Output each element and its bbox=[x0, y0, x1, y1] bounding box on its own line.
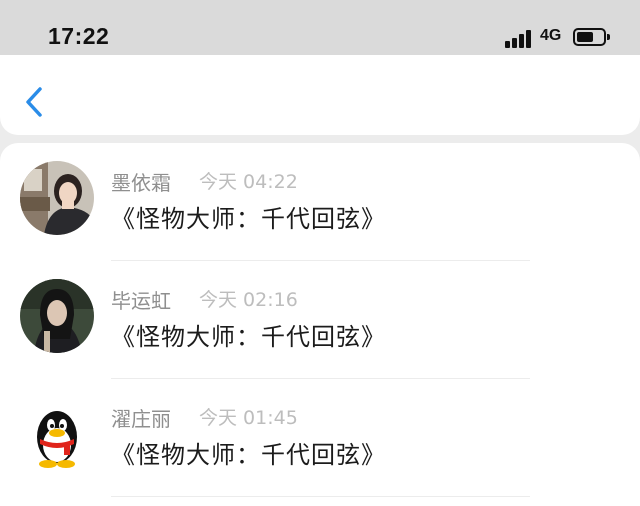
message-time: 今天 01:45 bbox=[199, 407, 298, 429]
message-time: 今天 02:16 bbox=[199, 289, 298, 311]
qq-penguin-avatar bbox=[20, 397, 94, 471]
message-text: 《怪物大师：千代回弦》 bbox=[111, 441, 386, 469]
status-time: 17:22 bbox=[48, 23, 110, 49]
message-text: 《怪物大师：千代回弦》 bbox=[111, 205, 386, 233]
list-item[interactable]: 毕运虹 今天 02:16 《怪物大师：千代回弦》 bbox=[0, 261, 640, 379]
sender-name: 濯庄丽 bbox=[111, 407, 171, 431]
list-item[interactable]: 墨依霜 今天 04:22 《怪物大师：千代回弦》 bbox=[0, 143, 640, 261]
message-text: 《怪物大师：千代回弦》 bbox=[111, 323, 386, 351]
sender-name: 毕运虹 bbox=[111, 289, 171, 313]
message-time: 今天 04:22 bbox=[199, 171, 298, 193]
photo-costume-avatar bbox=[20, 279, 94, 353]
sender-name: 墨依霜 bbox=[111, 171, 171, 195]
back-button[interactable] bbox=[22, 83, 48, 121]
signal-icon bbox=[505, 28, 535, 48]
photo-girl-avatar bbox=[20, 161, 94, 235]
nav-bar bbox=[0, 55, 640, 135]
battery-level bbox=[577, 32, 593, 42]
message-list: 墨依霜 今天 04:22 《怪物大师：千代回弦》 毕运虹 今天 02:16 《怪… bbox=[0, 143, 640, 506]
battery-icon bbox=[573, 28, 610, 46]
chevron-left-icon bbox=[26, 87, 42, 117]
divider bbox=[111, 496, 530, 497]
list-item[interactable]: 濯庄丽 今天 01:45 《怪物大师：千代回弦》 bbox=[0, 379, 640, 497]
network-type: 4G bbox=[540, 27, 562, 44]
status-bar: 17:22 4G bbox=[0, 0, 640, 55]
